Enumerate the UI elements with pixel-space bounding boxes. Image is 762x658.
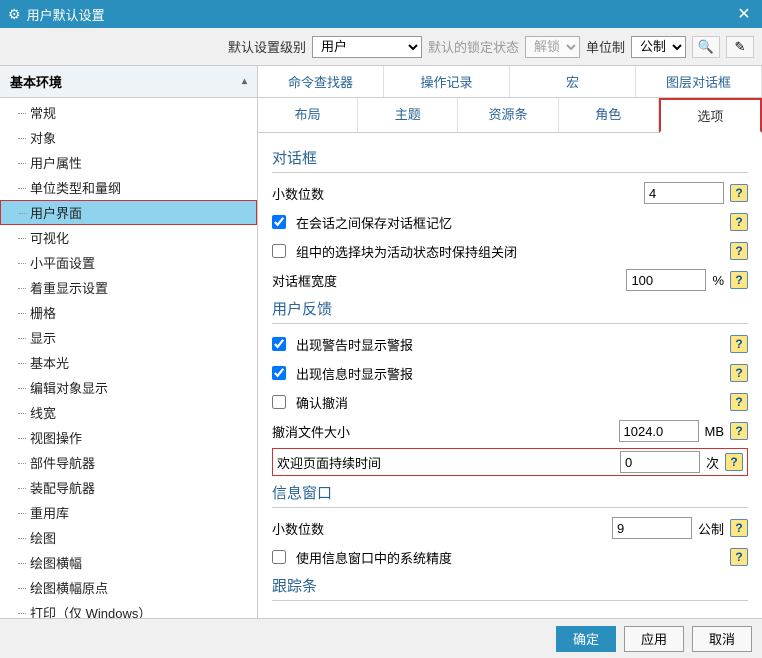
help-icon[interactable]: ? (730, 335, 748, 353)
help-icon[interactable]: ? (730, 364, 748, 382)
sidebar-header[interactable]: 基本环境 (0, 66, 257, 98)
tab[interactable]: 命令查找器 (258, 66, 384, 97)
tree-item[interactable]: 小平面设置 (0, 250, 257, 275)
tab[interactable]: 角色 (559, 98, 659, 132)
tab[interactable]: 操作记录 (384, 66, 510, 97)
apply-button[interactable]: 应用 (624, 626, 684, 652)
width-input[interactable] (626, 269, 706, 291)
iw-decimals-input[interactable] (612, 517, 692, 539)
tree-item[interactable]: 装配导航器 (0, 475, 257, 500)
tree-item[interactable]: 基本光 (0, 350, 257, 375)
help-icon[interactable]: ? (730, 393, 748, 411)
iw-decimals-label: 小数位数 (272, 519, 324, 538)
close-icon[interactable]: ✕ (734, 4, 754, 24)
tabs-row-1: 命令查找器操作记录宏图层对话框 (258, 66, 762, 98)
level-label: 默认设置级别 (228, 37, 306, 56)
footer: 确定 应用 取消 (0, 618, 762, 658)
sidebar: 基本环境 常规对象用户属性单位类型和量纲用户界面可视化小平面设置着重显示设置栅格… (0, 66, 258, 618)
tab[interactable]: 资源条 (458, 98, 558, 132)
iw-decimals-unit: 公制 (698, 519, 724, 538)
tree-item[interactable]: 重用库 (0, 500, 257, 525)
unit-label: 单位制 (586, 37, 625, 56)
tree-item[interactable]: 对象 (0, 125, 257, 150)
lock-label: 默认的锁定状态 (428, 37, 519, 56)
tree-item[interactable]: 绘图 (0, 525, 257, 550)
level-select[interactable]: 用户 (312, 36, 422, 58)
decimals-input[interactable] (644, 182, 724, 204)
warn-checkbox[interactable] (272, 337, 286, 351)
group-checkbox[interactable] (272, 244, 286, 258)
tab[interactable]: 宏 (510, 66, 636, 97)
titlebar: ⚙ 用户默认设置 ✕ (0, 0, 762, 28)
remember-label: 在会话之间保存对话框记忆 (296, 213, 452, 232)
info-checkbox[interactable] (272, 366, 286, 380)
tree-item[interactable]: 绘图横幅原点 (0, 575, 257, 600)
tree-item[interactable]: 常规 (0, 100, 257, 125)
tree-item[interactable]: 绘图横幅 (0, 550, 257, 575)
cancel-button[interactable]: 取消 (692, 626, 752, 652)
width-unit: % (712, 273, 724, 288)
tree-item[interactable]: 单位类型和量纲 (0, 175, 257, 200)
help-icon[interactable]: ? (730, 519, 748, 537)
remember-checkbox[interactable] (272, 215, 286, 229)
tab[interactable]: 主题 (358, 98, 458, 132)
welcome-label: 欢迎页面持续时间 (277, 453, 381, 472)
help-icon[interactable]: ? (730, 242, 748, 260)
group-label: 组中的选择块为活动状态时保持组关闭 (296, 242, 517, 261)
welcome-row: 欢迎页面持续时间 次 ? (272, 448, 748, 476)
undo-size-input[interactable] (619, 420, 699, 442)
width-label: 对话框宽度 (272, 271, 337, 290)
tree-item[interactable]: 部件导航器 (0, 450, 257, 475)
help-icon[interactable]: ? (730, 184, 748, 202)
info-label: 出现信息时显示警报 (296, 364, 413, 383)
tab[interactable]: 图层对话框 (636, 66, 762, 97)
tree-item[interactable]: 线宽 (0, 400, 257, 425)
unit-select[interactable]: 公制 (631, 36, 686, 58)
help-icon[interactable]: ? (730, 213, 748, 231)
help-icon[interactable]: ? (730, 548, 748, 566)
tree-item[interactable]: 着重显示设置 (0, 275, 257, 300)
undo-size-unit: MB (705, 424, 725, 439)
gear-icon: ⚙ (8, 6, 21, 23)
section-trackbar: 跟踪条 (272, 575, 748, 596)
help-icon[interactable]: ? (730, 422, 748, 440)
settings-panel: 对话框 小数位数 ? 在会话之间保存对话框记忆 ? 组中的选择块为活动状态时保持… (258, 133, 762, 618)
tab[interactable]: 选项 (659, 98, 762, 133)
section-dialog: 对话框 (272, 147, 748, 168)
section-infowin: 信息窗口 (272, 482, 748, 503)
decimals-label: 小数位数 (272, 184, 324, 203)
tree-item[interactable]: 编辑对象显示 (0, 375, 257, 400)
confirm-checkbox[interactable] (272, 395, 286, 409)
tree-item[interactable]: 可视化 (0, 225, 257, 250)
toolbar: 默认设置级别 用户 默认的锁定状态 解锁 单位制 公制 🔍 ✎ (0, 28, 762, 66)
welcome-unit: 次 (706, 453, 719, 472)
tree-item[interactable]: 打印（仅 Windows） (0, 600, 257, 618)
confirm-label: 确认撤消 (296, 393, 348, 412)
help-icon[interactable]: ? (730, 271, 748, 289)
section-feedback: 用户反馈 (272, 298, 748, 319)
binoculars-icon[interactable]: 🔍 (692, 36, 720, 58)
sys-label: 使用信息窗口中的系统精度 (296, 548, 452, 567)
tab[interactable]: 布局 (258, 98, 358, 132)
window-title: 用户默认设置 (27, 5, 734, 24)
tree-item[interactable]: 用户界面 (0, 200, 257, 225)
content: 命令查找器操作记录宏图层对话框 布局主题资源条角色选项 对话框 小数位数 ? 在… (258, 66, 762, 618)
lock-select: 解锁 (525, 36, 580, 58)
tree-item[interactable]: 用户属性 (0, 150, 257, 175)
tree-item[interactable]: 显示 (0, 325, 257, 350)
tree-item[interactable]: 视图操作 (0, 425, 257, 450)
sys-checkbox[interactable] (272, 550, 286, 564)
welcome-input[interactable] (620, 451, 700, 473)
tabs-row-2: 布局主题资源条角色选项 (258, 98, 762, 133)
tree: 常规对象用户属性单位类型和量纲用户界面可视化小平面设置着重显示设置栅格显示基本光… (0, 98, 257, 618)
tree-item[interactable]: 栅格 (0, 300, 257, 325)
ok-button[interactable]: 确定 (556, 626, 616, 652)
wand-icon[interactable]: ✎ (726, 36, 754, 58)
undo-size-label: 撤消文件大小 (272, 422, 350, 441)
warn-label: 出现警告时显示警报 (296, 335, 413, 354)
help-icon[interactable]: ? (725, 453, 743, 471)
